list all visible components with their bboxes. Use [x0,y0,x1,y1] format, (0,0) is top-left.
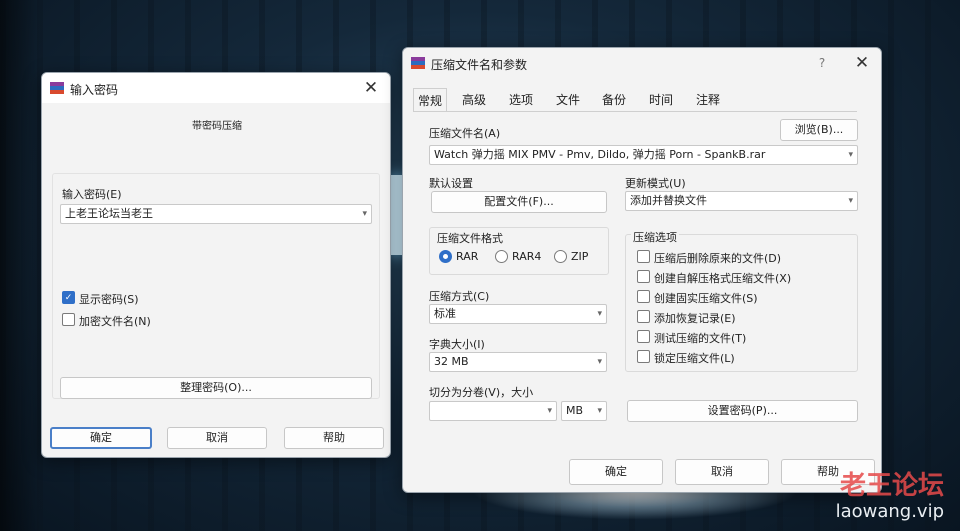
format-rar4-label[interactable]: RAR4 [512,250,541,263]
ok-button[interactable]: 确定 [50,427,152,449]
sfx-checkbox[interactable] [637,270,650,283]
lock-archive-label[interactable]: 锁定压缩文件(L) [654,350,735,366]
chevron-down-icon[interactable]: ▾ [597,353,602,371]
archive-name-label: 压缩文件名(A) [429,127,501,140]
winrar-icon [50,82,64,94]
dictionary-size-label: 字典大小(I) [429,338,485,351]
split-unit-value: MB [566,404,584,417]
cancel-button[interactable]: 取消 [675,459,769,485]
test-files-checkbox[interactable] [637,330,650,343]
archive-options-label: 压缩选项 [631,229,679,245]
chevron-down-icon[interactable]: ▾ [547,402,552,420]
split-size-input[interactable]: ▾ [429,401,557,421]
delete-after-checkbox[interactable] [637,250,650,263]
compression-method-select[interactable]: 标准 ▾ [429,304,607,324]
chevron-down-icon[interactable]: ▾ [597,402,602,420]
delete-after-label[interactable]: 压缩后删除原来的文件(D) [654,250,781,266]
organize-passwords-button[interactable]: 整理密码(O)... [60,377,372,399]
tab-advanced[interactable]: 高级 [459,88,489,112]
default-settings-label: 默认设置 [429,177,473,190]
winrar-icon [411,57,425,69]
profiles-button[interactable]: 配置文件(F)... [431,191,607,213]
browse-button[interactable]: 浏览(B)... [780,119,858,141]
tab-backup[interactable]: 备份 [599,88,629,112]
split-unit-select[interactable]: MB ▾ [561,401,607,421]
chevron-down-icon[interactable]: ▾ [848,192,853,210]
lock-archive-checkbox[interactable] [637,350,650,363]
format-zip-radio[interactable] [554,250,567,263]
solid-checkbox[interactable] [637,290,650,303]
encrypt-filenames-checkbox[interactable] [62,313,75,326]
archive-format-label: 压缩文件格式 [435,230,505,246]
solid-label[interactable]: 创建固实压缩文件(S) [654,290,758,306]
password-dialog-subtitle: 带密码压缩 [192,121,242,132]
update-mode-label: 更新模式(U) [625,177,686,190]
watermark-cn: 老王论坛 [839,471,944,501]
chevron-down-icon[interactable]: ▾ [848,146,853,164]
ok-button[interactable]: 确定 [569,459,663,485]
tab-comment[interactable]: 注释 [693,88,723,112]
enter-password-label: 输入密码(E) [62,188,122,201]
archive-dialog-titlebar: 压缩文件名和参数 ? ✕ [403,48,881,78]
dictionary-size-select[interactable]: 32 MB ▾ [429,352,607,372]
archive-name-value: Watch 弹力摇 MIX PMV - Pmv, Dildo, 弹力摇 Porn… [434,148,766,161]
tab-strip: 常规 高级 选项 文件 备份 时间 注释 [413,88,857,112]
close-icon[interactable]: ✕ [851,52,873,74]
tab-options[interactable]: 选项 [506,88,536,112]
test-files-label[interactable]: 测试压缩的文件(T) [654,330,746,346]
format-rar4-radio[interactable] [495,250,508,263]
tab-divider [413,111,857,112]
close-icon[interactable]: ✕ [360,77,382,99]
dictionary-size-value: 32 MB [434,355,469,368]
update-mode-value: 添加并替换文件 [630,194,707,207]
password-dialog-titlebar: 输入密码 ✕ [42,73,390,103]
cancel-button[interactable]: 取消 [167,427,267,449]
archive-name-input[interactable]: Watch 弹力摇 MIX PMV - Pmv, Dildo, 弹力摇 Porn… [429,145,858,165]
show-password-label[interactable]: 显示密码(S) [79,291,139,307]
format-rar-radio[interactable] [439,250,452,263]
chevron-down-icon[interactable]: ▾ [362,205,367,223]
recovery-record-label[interactable]: 添加恢复记录(E) [654,310,736,326]
sfx-label[interactable]: 创建自解压格式压缩文件(X) [654,270,791,286]
password-dialog: 输入密码 ✕ 带密码压缩 输入密码(E) 上老王论坛当老王 ▾ ✓ 显示密码(S… [41,72,391,458]
password-dialog-title: 输入密码 [70,83,119,97]
password-value: 上老王论坛当老王 [65,207,153,220]
tab-time[interactable]: 时间 [646,88,676,112]
recovery-record-checkbox[interactable] [637,310,650,323]
chevron-down-icon[interactable]: ▾ [597,305,602,323]
split-volumes-label: 切分为分卷(V)，大小 [429,386,534,399]
help-icon[interactable]: ? [811,52,833,74]
archive-dialog-title: 压缩文件名和参数 [431,58,528,72]
show-password-checkbox[interactable]: ✓ [62,291,75,304]
password-input[interactable]: 上老王论坛当老王 ▾ [60,204,372,224]
format-zip-label[interactable]: ZIP [571,250,588,263]
tab-files[interactable]: 文件 [553,88,583,112]
update-mode-select[interactable]: 添加并替换文件 ▾ [625,191,858,211]
compression-method-label: 压缩方式(C) [429,290,490,303]
compression-method-value: 标准 [434,307,456,320]
tab-general[interactable]: 常规 [413,88,447,112]
watermark-en: laowang.vip [835,501,944,522]
help-button[interactable]: 帮助 [284,427,384,449]
archive-options-dialog: 压缩文件名和参数 ? ✕ 常规 高级 选项 文件 备份 时间 注释 压缩文件名(… [402,47,882,493]
site-watermark: 老王论坛 laowang.vip [836,471,944,523]
set-password-button[interactable]: 设置密码(P)... [627,400,858,422]
encrypt-filenames-label[interactable]: 加密文件名(N) [79,313,151,329]
format-rar-label[interactable]: RAR [456,250,478,263]
